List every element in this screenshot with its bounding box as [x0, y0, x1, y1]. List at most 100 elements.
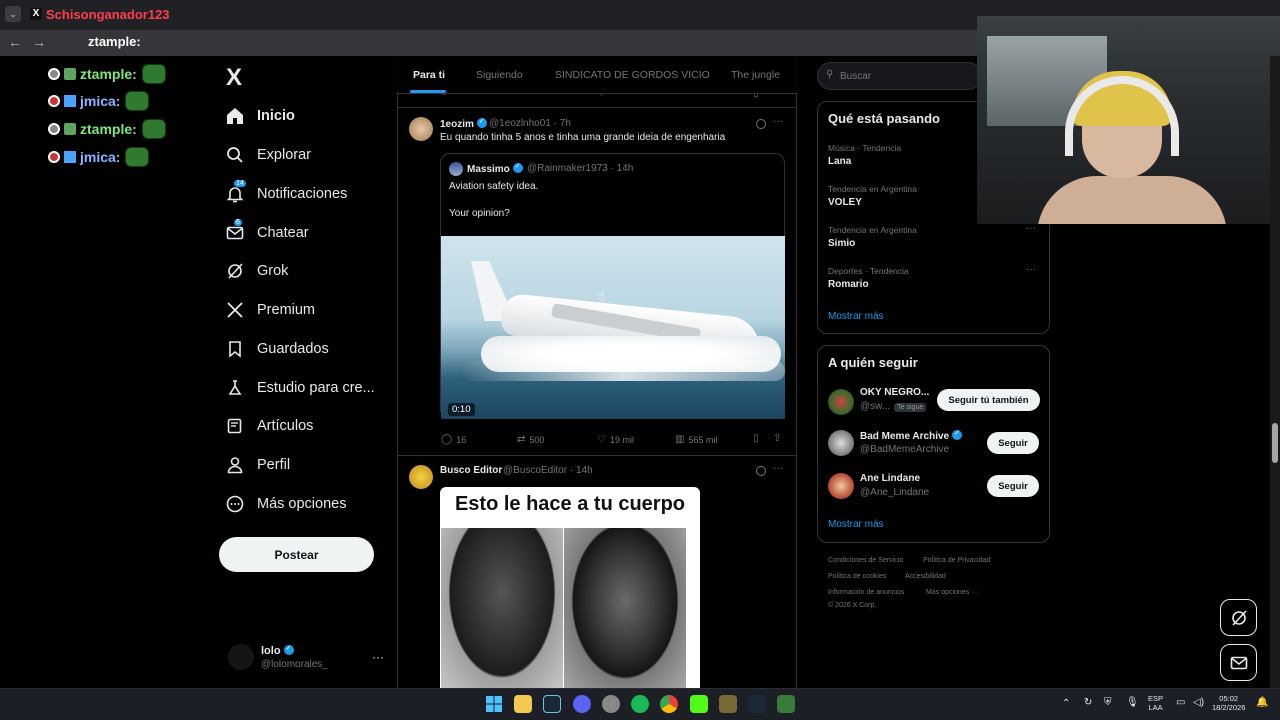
trends-show-more[interactable]: Mostrar más — [828, 311, 884, 322]
sync-icon[interactable]: ↻ — [1084, 697, 1092, 708]
more-dots-icon[interactable]: ··· — [372, 650, 384, 664]
scrollbar-thumb[interactable] — [1272, 423, 1278, 463]
follow-button[interactable]: Seguir — [987, 475, 1039, 497]
grok-explain-icon[interactable] — [756, 119, 766, 129]
volume-icon[interactable]: ◁) — [1193, 697, 1204, 708]
views-button[interactable]: ▥ 565 mil — [675, 434, 717, 445]
footer-link-terms[interactable]: Condiciones de Servicio — [828, 557, 903, 564]
tab-for-you[interactable]: Para ti — [413, 69, 445, 81]
minecraft-icon[interactable] — [777, 695, 795, 713]
notification-bell-icon[interactable]: 🔔 — [1256, 697, 1268, 708]
bookmark-button[interactable]: ▯ — [753, 433, 763, 444]
suggested-user-name[interactable]: Ane Lindane — [860, 473, 920, 484]
steam-icon[interactable] — [748, 695, 766, 713]
footer-link-privacy[interactable]: Política de Privacidad — [923, 557, 990, 564]
tweet-author-name[interactable]: 1eozim — [440, 117, 487, 130]
account-switcher[interactable]: lolo @lolomorales_ ··· — [228, 644, 388, 674]
sidebar-item-premium[interactable]: Premium — [226, 296, 315, 324]
avatar[interactable] — [409, 465, 433, 489]
sidebar-item-creator-studio[interactable]: Estudio para cre... — [226, 374, 375, 402]
like-button[interactable]: ♡ 19 mil — [597, 434, 634, 445]
post-button[interactable]: Postear — [219, 537, 374, 572]
chrome-icon[interactable] — [660, 695, 678, 713]
webcam-overlay — [977, 16, 1280, 224]
suggested-user-name[interactable]: OKY NEGRO... — [860, 387, 929, 398]
shield-icon[interactable]: ⛨ — [1104, 697, 1112, 708]
sidebar-item-chat[interactable]: 6 Chatear — [226, 219, 309, 247]
sidebar-item-profile[interactable]: Perfil — [226, 451, 290, 479]
footer-link-cookies[interactable]: Política de cookies — [828, 573, 886, 580]
user-badge-icon — [48, 123, 60, 135]
follow-button[interactable]: Seguir — [987, 432, 1039, 454]
footer-link-accessibility[interactable]: Accesibilidad — [905, 573, 946, 580]
avatar[interactable] — [828, 473, 854, 499]
repost-button[interactable]: ⇄ 500 — [517, 434, 544, 445]
x-logo-icon[interactable]: X — [226, 64, 242, 92]
kick-icon[interactable] — [690, 695, 708, 713]
reply-button[interactable]: ◯ 16 — [441, 434, 466, 445]
back-arrow-icon[interactable]: ← — [8, 34, 22, 50]
network-icon[interactable]: ▭ — [1176, 697, 1185, 708]
sidebar-item-grok[interactable]: Grok — [226, 257, 288, 285]
sidebar-item-more[interactable]: Más opciones — [226, 490, 346, 518]
sidebar-item-articles[interactable]: Artículos — [226, 412, 313, 440]
discord-icon[interactable] — [573, 695, 591, 713]
tab-the-jungle[interactable]: The jungle — [731, 69, 780, 81]
chat-line: ztample: — [48, 118, 166, 140]
steam-icon[interactable] — [543, 695, 561, 713]
sidebar-item-explore[interactable]: Explorar — [226, 141, 311, 169]
more-dots-icon[interactable]: ··· — [773, 463, 783, 474]
tab-following[interactable]: Siguiendo — [476, 69, 523, 81]
follow-back-button[interactable]: Seguir tú también — [937, 389, 1040, 411]
sidebar-item-label: Más opciones — [257, 496, 347, 512]
avatar[interactable] — [828, 430, 854, 456]
studio-icon — [228, 380, 242, 395]
tweet-image[interactable]: Esto le hace a tu cuerpo — [440, 487, 700, 689]
grok-floating-button[interactable] — [1220, 599, 1257, 636]
sidebar-item-notifications[interactable]: 14 Notificaciones — [226, 180, 347, 208]
chat-count-badge: 6 — [234, 219, 242, 226]
tab-sindicato[interactable]: SINDICATO DE GORDOS VICIO — [555, 69, 710, 81]
footer-link-more[interactable]: Más opciones ··· — [926, 589, 978, 596]
who-to-follow-show-more[interactable]: Mostrar más — [828, 519, 884, 530]
trend-name[interactable]: VOLEY — [828, 197, 862, 208]
tray-chevron-icon[interactable]: ⌃ — [1062, 698, 1070, 709]
messages-floating-button[interactable] — [1220, 644, 1257, 681]
avatar[interactable] — [409, 117, 433, 141]
timeline-tabs: Para ti Siguiendo SINDICATO DE GORDOS VI… — [397, 56, 797, 94]
file-explorer-icon[interactable] — [514, 695, 532, 713]
trend-name[interactable]: Simio — [828, 238, 855, 249]
trend-more-icon[interactable]: ··· — [1026, 223, 1036, 234]
sidebar-item-label: Premium — [257, 302, 316, 318]
input-language[interactable]: ESP LAA — [1148, 694, 1163, 712]
footer-link-ads-info[interactable]: Información de anuncios — [828, 589, 904, 596]
trend-name[interactable]: Lana — [828, 156, 851, 167]
share-button[interactable]: ⇧ — [773, 433, 785, 444]
avatar[interactable] — [828, 389, 854, 415]
search-input[interactable]: Buscar — [840, 71, 871, 82]
trend-more-icon[interactable]: ··· — [1026, 264, 1036, 275]
sidebar-item-bookmarks[interactable]: Guardados — [226, 335, 329, 363]
suggested-user-name[interactable]: Bad Meme Archive — [860, 429, 963, 442]
tweet-author-name[interactable]: Busco Editor — [440, 465, 502, 476]
forward-arrow-icon[interactable]: → — [32, 34, 46, 50]
scrollbar-track[interactable] — [1270, 56, 1280, 688]
sidebar-item-label: Inicio — [257, 108, 295, 124]
microphone-icon[interactable]: 🎙 — [1126, 697, 1139, 708]
article-icon — [227, 418, 242, 434]
trend-name[interactable]: Romario — [828, 279, 869, 290]
app-icon[interactable] — [719, 695, 737, 713]
grok-explain-icon[interactable] — [756, 466, 766, 476]
browser-tab-title[interactable]: Schisonganador123 — [46, 7, 170, 22]
video-player[interactable]: 0:10 — [441, 236, 785, 419]
tab-list-chevron-icon[interactable]: ⌄ — [5, 6, 21, 22]
more-dots-icon[interactable]: ··· — [773, 116, 783, 127]
spotify-icon[interactable] — [631, 695, 649, 713]
obs-icon[interactable] — [602, 695, 620, 713]
search-box[interactable]: ⚲ Buscar — [817, 62, 982, 90]
clock[interactable]: 05:02 18/2/2026 — [1212, 694, 1245, 712]
mail-icon — [1230, 656, 1247, 669]
windows-start-icon[interactable] — [485, 695, 503, 713]
sidebar-item-home[interactable]: Inicio — [226, 102, 295, 130]
cube-badge-icon — [64, 95, 76, 107]
